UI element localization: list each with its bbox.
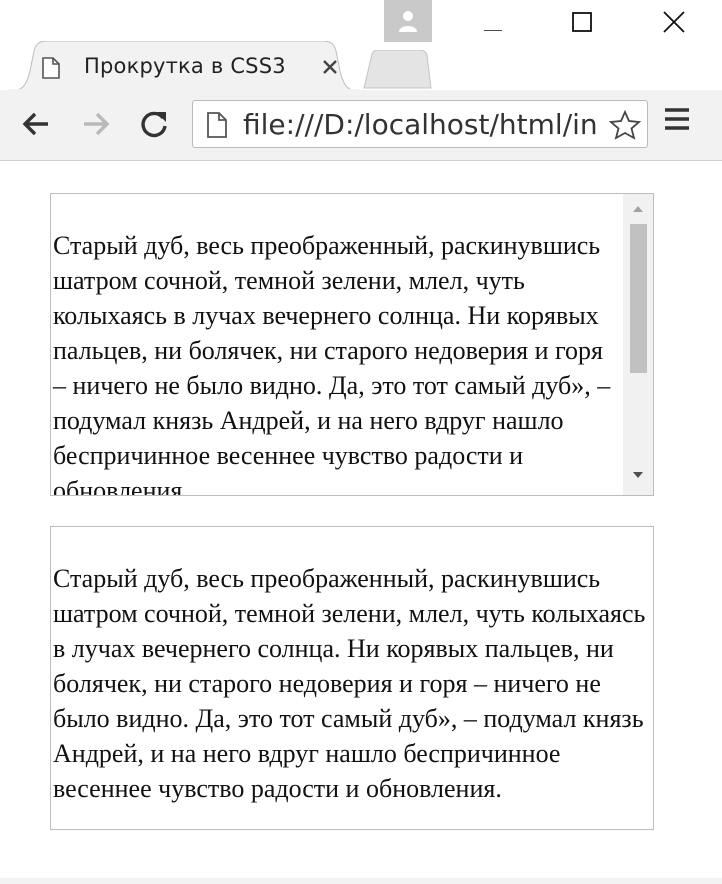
window-bottom-edge bbox=[0, 878, 722, 884]
address-bar[interactable]: file:///D:/localhost/html/in bbox=[192, 100, 648, 148]
back-button[interactable] bbox=[16, 104, 56, 144]
close-icon bbox=[663, 11, 685, 33]
menu-button[interactable] bbox=[664, 106, 704, 146]
tab-close-icon[interactable] bbox=[320, 57, 340, 77]
star-icon[interactable] bbox=[609, 110, 641, 140]
box-paragraph: Старый дуб, весь преображенный, раскинув… bbox=[53, 231, 611, 496]
scrollbar-thumb[interactable] bbox=[630, 224, 647, 373]
maximize-button[interactable] bbox=[558, 0, 604, 42]
tab-title: Прокрутка в CSS3 bbox=[84, 54, 286, 78]
page-icon bbox=[42, 57, 60, 79]
scroll-up-icon[interactable] bbox=[632, 205, 644, 213]
page-icon bbox=[207, 112, 227, 138]
profile-icon bbox=[399, 11, 417, 32]
browser-toolbar: file:///D:/localhost/html/in bbox=[0, 90, 722, 161]
new-tab-button[interactable] bbox=[362, 50, 432, 90]
title-bar: Прокрутка в CSS3 bbox=[0, 0, 722, 91]
scroll-box-no-scrollbar[interactable]: Старый дуб, весь преображенный, раскинув… bbox=[50, 526, 654, 830]
close-window-button[interactable] bbox=[650, 0, 696, 42]
back-icon bbox=[22, 112, 48, 136]
scroll-down-icon[interactable] bbox=[632, 471, 644, 479]
menu-icon bbox=[665, 108, 689, 130]
reload-button[interactable] bbox=[134, 104, 174, 144]
forward-button[interactable] bbox=[76, 104, 116, 144]
address-url[interactable]: file:///D:/localhost/html/in bbox=[243, 108, 613, 141]
minimize-button[interactable] bbox=[470, 0, 516, 42]
box-paragraph: Старый дуб, весь преображенный, раскинув… bbox=[53, 564, 646, 803]
reload-icon bbox=[141, 111, 167, 138]
profile-button[interactable] bbox=[384, 0, 432, 42]
maximize-icon bbox=[572, 12, 592, 32]
scroll-box-with-scrollbar[interactable]: Старый дуб, весь преображенный, раскинув… bbox=[50, 193, 654, 496]
browser-tab[interactable]: Прокрутка в CSS3 bbox=[8, 41, 360, 91]
page-viewport: Старый дуб, весь преображенный, раскинув… bbox=[0, 161, 722, 884]
forward-icon bbox=[84, 112, 110, 136]
minimize-icon bbox=[484, 30, 502, 31]
vertical-scrollbar[interactable] bbox=[623, 194, 653, 495]
